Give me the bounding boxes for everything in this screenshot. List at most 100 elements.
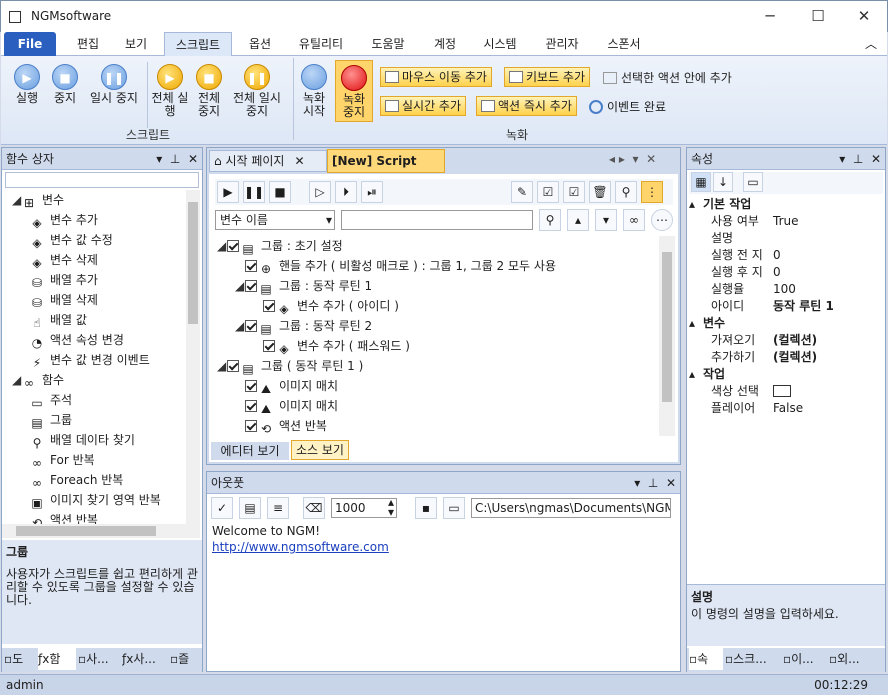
tab-help[interactable]: 도움말	[363, 32, 413, 56]
checkbox[interactable]	[245, 260, 257, 272]
add-keyboard-button[interactable]: 키보드 추가	[504, 67, 591, 87]
property-category[interactable]: ▴ 기본 작업	[689, 196, 875, 213]
property-row[interactable]: 플레이어 False	[689, 400, 875, 417]
checkbox[interactable]	[263, 340, 275, 352]
panel-controls[interactable]: ▾ ⊥ ✕	[156, 148, 198, 170]
property-category[interactable]: ▴ 변수	[689, 315, 875, 332]
website-link[interactable]: http://www.ngmsoftware.com	[212, 540, 389, 554]
variable-value-input[interactable]	[341, 210, 533, 230]
tab-source-view[interactable]: 소스 보기	[291, 440, 349, 460]
tab-account[interactable]: 계정	[425, 32, 465, 56]
collapse-icon[interactable]: ▴	[689, 196, 703, 213]
pause-all-button[interactable]: ❚❚ 전체 일시 중지	[227, 64, 287, 118]
line-count-spinner[interactable]: 1000 ▴ ▾	[331, 496, 397, 518]
record-start-button[interactable]: 녹화 시작	[297, 64, 331, 118]
property-row[interactable]: 실행 전 지0	[689, 247, 875, 264]
function-item[interactable]: ◔ 액션 속성 변경	[30, 330, 124, 350]
checkbox[interactable]	[227, 240, 239, 252]
property-row[interactable]: 아이디 동작 루틴 1	[689, 298, 875, 315]
variable-name-combo[interactable]: 변수 이름 ▾	[215, 210, 335, 230]
panel-controls[interactable]: ▾ ⊥ ✕	[839, 148, 881, 170]
function-item[interactable]: ▣ 이미지 찾기 영역 반복	[30, 490, 160, 510]
edit-icon[interactable]: ✎	[511, 181, 533, 203]
function-item[interactable]: ◈ 변수 값 수정	[30, 230, 112, 250]
spinner-arrows[interactable]: ▴ ▾	[388, 496, 394, 518]
tab-utility[interactable]: 유틸리티	[291, 32, 351, 56]
script-tree-scrollbar[interactable]	[659, 236, 675, 436]
collapse-icon[interactable]: ▴	[689, 315, 703, 332]
tab-edit[interactable]: 편집	[67, 32, 109, 56]
checkbox[interactable]	[245, 420, 257, 432]
run-button[interactable]: ▶ 실행	[7, 64, 47, 105]
play-icon[interactable]: ▶	[217, 181, 239, 203]
function-item[interactable]: ⚲ 배열 데이타 찾기	[30, 430, 135, 450]
more-icon[interactable]: ⋯	[651, 209, 673, 231]
tab-script[interactable]: 스크립트	[164, 32, 232, 57]
expand-icon[interactable]: ◢	[217, 236, 227, 256]
expand-icon[interactable]: ◢	[235, 276, 245, 296]
function-item[interactable]: ◢ ∞ 함수	[12, 370, 64, 390]
move-up-icon[interactable]: ▴	[567, 209, 589, 231]
tree-view-icon[interactable]: ⋮	[641, 181, 663, 203]
log-path-input[interactable]: C:\Users\ngmas\Documents\NGM6\	[471, 498, 671, 518]
function-item[interactable]: ◈ 변수 삭제	[30, 250, 98, 270]
collapse-ribbon-icon[interactable]: ︿	[861, 32, 881, 56]
tab-editor-view[interactable]: 에디터 보기	[211, 442, 289, 460]
add-realtime-button[interactable]: 실시간 추가	[380, 96, 467, 116]
checkbox[interactable]	[245, 280, 257, 292]
script-action-row[interactable]: ⊕ 핸들 추가 ( 비활성 매크로 ) : 그룹 1, 그룹 2 모두 사용	[235, 256, 556, 276]
property-row[interactable]: 사용 여부 True	[689, 213, 875, 230]
function-item[interactable]: ⛁ 배열 삭제	[30, 290, 98, 310]
find-icon[interactable]: ⚲	[615, 181, 637, 203]
expand-icon[interactable]: ◢	[12, 370, 22, 390]
tab-user[interactable]: ▫사...	[78, 648, 120, 670]
delete-icon[interactable]: 🗑	[589, 181, 611, 203]
tab-sponsor[interactable]: 스폰서	[599, 32, 649, 56]
script-action-row[interactable]: ◢ ▤ 그룹 : 초기 설정	[217, 236, 343, 256]
check-icon[interactable]: ☑	[563, 181, 585, 203]
tab-admin[interactable]: 관리자	[537, 32, 587, 56]
property-pages-icon[interactable]: ▭	[743, 172, 763, 192]
editor-tab-nav[interactable]: ◂ ▸ ▾ ✕	[609, 152, 656, 166]
property-row[interactable]: 가져오기 (컬렉션)	[689, 332, 875, 349]
function-tree-scrollbar[interactable]	[186, 190, 200, 526]
script-action-row[interactable]: ⛰ 이미지 매치	[235, 376, 338, 396]
function-tree-hscroll[interactable]	[2, 524, 200, 538]
step-play-icon[interactable]: ▷	[309, 181, 331, 203]
function-item[interactable]: ☝ 배열 값	[30, 310, 87, 330]
expand-icon[interactable]: ◢	[12, 190, 22, 210]
collapse-icon[interactable]: ▴	[689, 366, 703, 383]
eraser-icon[interactable]: ⌫	[303, 497, 325, 519]
checkbox[interactable]	[263, 300, 275, 312]
tab-script-1[interactable]: [New] Script 1✕	[327, 149, 445, 190]
categorized-icon[interactable]: ▦	[691, 172, 711, 192]
script-action-row[interactable]: ◢ ▤ 그룹 : 동작 루틴 2	[235, 316, 372, 336]
script-action-row[interactable]: ◢ ▤ 그룹 ( 동작 루틴 1 )	[217, 356, 363, 376]
function-item[interactable]: ∞ For 반복	[30, 450, 95, 470]
stop-all-button[interactable]: ■ 전체 중지	[191, 64, 227, 118]
stop-button[interactable]: ■ 중지	[47, 64, 83, 105]
add-action-immediate-button[interactable]: 액션 즉시 추가	[476, 96, 577, 116]
search-icon[interactable]: ⚲	[539, 209, 561, 231]
function-item[interactable]: ▤ 그룹	[30, 410, 72, 430]
record-stop-button[interactable]: 녹화 중지	[335, 60, 373, 122]
close-tab-icon[interactable]: ✕	[294, 154, 304, 168]
script-action-row[interactable]: ◈ 변수 추가 ( 아이디 )	[253, 296, 399, 316]
tab-external[interactable]: ▫외...	[829, 648, 879, 670]
function-item[interactable]: ◢ ⊞ 변수	[12, 190, 64, 210]
property-row[interactable]: 실행율 100	[689, 281, 875, 298]
function-item[interactable]: ∞ Foreach 반복	[30, 470, 123, 490]
function-item[interactable]: ⛁ 배열 추가	[30, 270, 98, 290]
event-done-button[interactable]: 이벤트 완료	[589, 98, 666, 115]
function-search-input[interactable]	[5, 172, 199, 188]
script-action-row[interactable]: ◢ ▤ 그룹 : 동작 루틴 1	[235, 276, 372, 296]
checkbox[interactable]	[227, 360, 239, 372]
color-swatch[interactable]	[773, 385, 791, 397]
sort-alpha-icon[interactable]: ↓	[713, 172, 733, 192]
move-down-icon[interactable]: ▾	[595, 209, 617, 231]
minimize-button[interactable]: ─	[747, 5, 793, 29]
loop-icon[interactable]: ∞	[623, 209, 645, 231]
function-item[interactable]: ⚡ 변수 값 변경 이벤트	[30, 350, 150, 370]
maximize-button[interactable]: ☐	[795, 5, 841, 29]
save-icon[interactable]: ▪	[415, 497, 437, 519]
